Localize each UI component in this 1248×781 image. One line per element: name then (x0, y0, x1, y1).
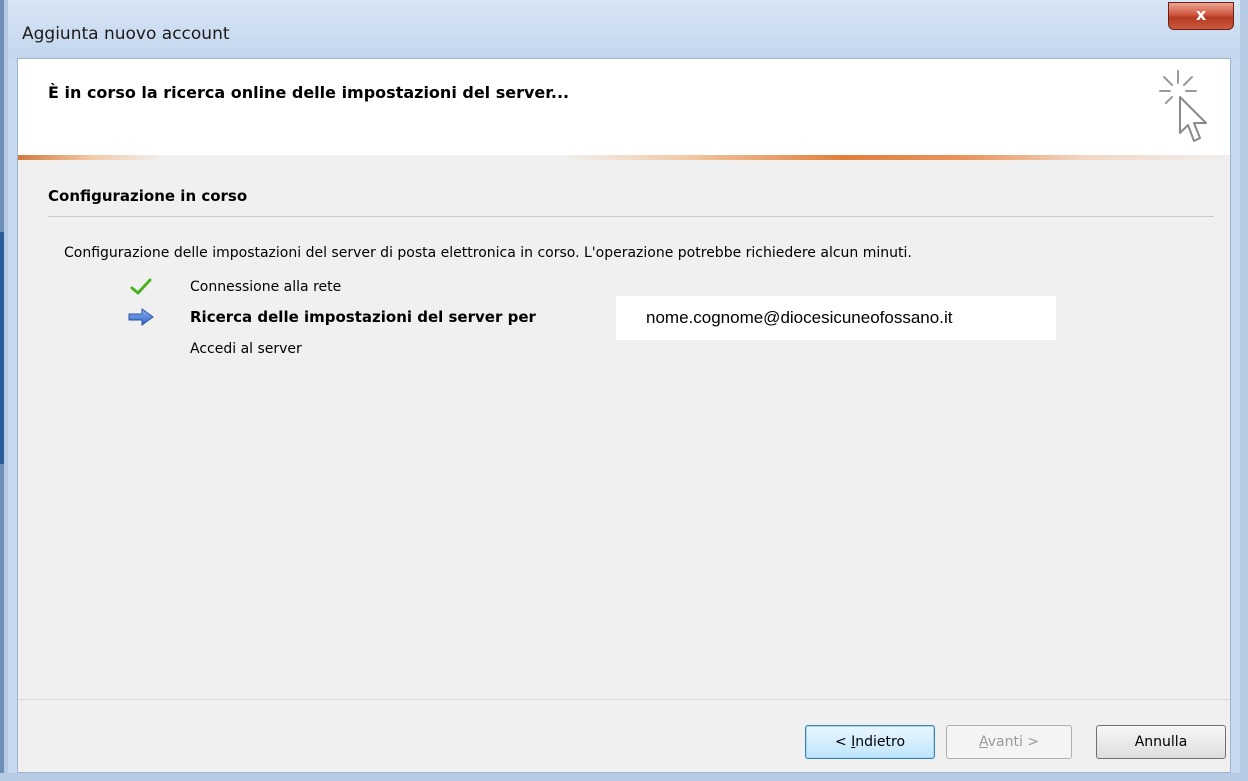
step-label: Connessione alla rete (190, 279, 342, 295)
step-label: Accedi al server (190, 341, 302, 357)
step-placeholder (128, 339, 154, 359)
next-button-accel: A (978, 734, 988, 750)
arrow-right-icon (128, 307, 154, 327)
window-title: Aggiunta nuovo account (22, 24, 230, 44)
next-button[interactable]: Avanti > (946, 725, 1072, 759)
step-label: Ricerca delle impostazioni del server pe… (190, 308, 536, 326)
wizard-header: È in corso la ricerca online delle impos… (18, 59, 1230, 156)
checkmark-icon (128, 277, 154, 297)
step-connect-network: Connessione alla rete (128, 275, 341, 299)
section-divider (48, 216, 1214, 217)
back-button-label: ndietro (855, 734, 906, 750)
back-button[interactable]: < Indietro (805, 725, 935, 759)
footer-divider (18, 699, 1230, 700)
sparkle-cursor-icon (1159, 70, 1207, 142)
progress-strip (18, 155, 1230, 160)
close-icon: x (1195, 5, 1207, 24)
dialog-client-area: È in corso la ricerca online delle impos… (17, 58, 1231, 773)
next-button-label: vanti > (987, 734, 1040, 750)
description-text: Configurazione delle impostazioni del se… (64, 245, 912, 261)
title-bar[interactable]: Aggiunta nuovo account x (8, 0, 1240, 58)
section-title: Configurazione in corso (48, 187, 248, 205)
cancel-button[interactable]: Annulla (1096, 725, 1226, 759)
step-search-settings: Ricerca delle impostazioni del server pe… (128, 305, 536, 329)
step-login-server: Accedi al server (128, 337, 302, 361)
close-button[interactable]: x (1168, 2, 1234, 30)
header-title: È in corso la ricerca online delle impos… (48, 83, 570, 102)
email-address-box: nome.cognome@diocesicuneofossano.it (616, 296, 1056, 340)
back-button-prefix: < (834, 734, 852, 750)
